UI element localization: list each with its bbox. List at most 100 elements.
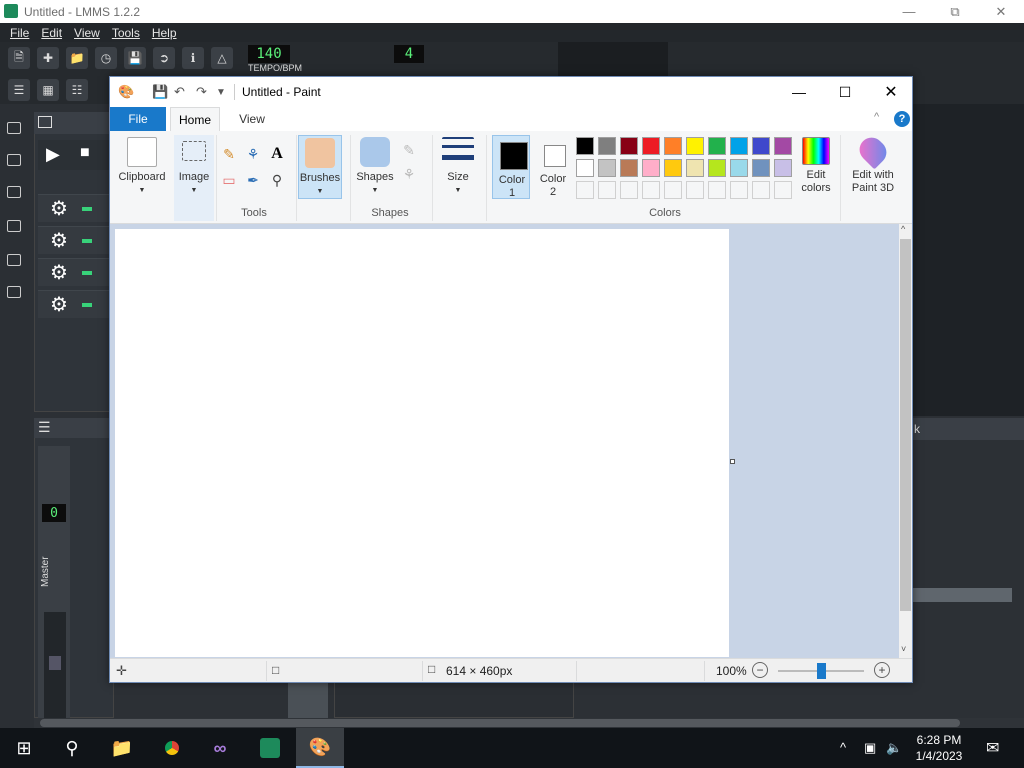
redo-icon[interactable]: ↷: [196, 84, 207, 100]
zoom-slider-thumb[interactable]: [817, 663, 826, 679]
canvas-resize-handle[interactable]: [730, 459, 735, 464]
gear-icon[interactable]: ⚙: [50, 196, 68, 221]
zoom-out-icon[interactable]: −: [752, 662, 768, 678]
tempo-display[interactable]: 140: [248, 45, 290, 63]
mute-led[interactable]: [81, 302, 92, 307]
taskbar-file-explorer[interactable]: 📁: [98, 728, 146, 768]
export-icon[interactable]: ➲: [153, 47, 175, 69]
menu-help[interactable]: Help: [152, 26, 177, 40]
menu-edit[interactable]: Edit: [41, 26, 62, 40]
palette-swatch[interactable]: [752, 137, 770, 155]
edit-colors-button[interactable]: Edit colors: [796, 137, 836, 195]
palette-swatch[interactable]: [730, 137, 748, 155]
sidebar-samples-icon[interactable]: [7, 186, 21, 198]
lmms-minimize-button[interactable]: —: [886, 0, 932, 23]
palette-swatch[interactable]: [598, 137, 616, 155]
vertical-scroll-thumb[interactable]: [900, 239, 911, 611]
recent-projects-icon[interactable]: ◷: [95, 47, 117, 69]
taskbar-visual-studio[interactable]: ∞: [196, 728, 244, 768]
custom-color-slot[interactable]: [774, 181, 792, 199]
palette-swatch[interactable]: [642, 137, 660, 155]
new-from-template-icon[interactable]: ✚: [37, 47, 59, 69]
magnifier-icon[interactable]: ⚲: [268, 171, 286, 189]
size-button[interactable]: Size ▼: [438, 137, 478, 197]
scroll-up-icon[interactable]: ^: [901, 224, 905, 234]
metronome-icon[interactable]: △: [211, 47, 233, 69]
track-row[interactable]: ⚙: [38, 226, 114, 254]
palette-swatch[interactable]: [730, 159, 748, 177]
palette-swatch[interactable]: [686, 159, 704, 177]
palette-swatch[interactable]: [664, 137, 682, 155]
paint-minimize-button[interactable]: —: [776, 77, 822, 107]
sidebar-projects-icon[interactable]: [7, 154, 21, 166]
palette-swatch[interactable]: [774, 159, 792, 177]
custom-color-slot[interactable]: [620, 181, 638, 199]
paint-maximize-button[interactable]: ☐: [822, 77, 868, 107]
piano-roll-icon[interactable]: ☷: [66, 79, 88, 101]
tab-view[interactable]: View: [230, 107, 274, 131]
info-icon[interactable]: ℹ: [182, 47, 204, 69]
palette-swatch[interactable]: [620, 159, 638, 177]
palette-swatch[interactable]: [774, 137, 792, 155]
gear-icon[interactable]: ⚙: [50, 260, 68, 285]
sidebar-instruments-icon[interactable]: [7, 122, 21, 134]
save-icon[interactable]: 💾: [152, 84, 168, 100]
color2-button[interactable]: Color 2: [534, 135, 572, 199]
palette-swatch[interactable]: [642, 159, 660, 177]
taskbar-chrome[interactable]: [148, 728, 196, 768]
image-button[interactable]: Image ▼: [174, 135, 214, 221]
custom-color-slot[interactable]: [576, 181, 594, 199]
new-project-icon[interactable]: 🗎: [8, 47, 30, 69]
paint-close-button[interactable]: ✕: [868, 77, 914, 107]
taskbar-lmms[interactable]: [246, 728, 294, 768]
palette-swatch[interactable]: [708, 137, 726, 155]
brushes-button[interactable]: Brushes ▼: [298, 135, 342, 199]
song-editor-icon[interactable]: ☰: [8, 79, 30, 101]
beat-editor-icon[interactable]: ▦: [37, 79, 59, 101]
lmms-scroll-thumb[interactable]: [40, 719, 960, 727]
custom-color-slot[interactable]: [642, 181, 660, 199]
save-project-icon[interactable]: 💾: [124, 47, 146, 69]
search-button[interactable]: ⚲: [48, 728, 96, 768]
custom-color-slot[interactable]: [730, 181, 748, 199]
custom-color-slot[interactable]: [664, 181, 682, 199]
help-icon[interactable]: ?: [894, 111, 910, 127]
undo-icon[interactable]: ↶: [174, 84, 185, 100]
master-fader-track[interactable]: [44, 612, 66, 718]
fill-icon[interactable]: ⚘: [244, 145, 262, 163]
palette-swatch[interactable]: [708, 159, 726, 177]
custom-color-slot[interactable]: [598, 181, 616, 199]
palette-swatch[interactable]: [752, 159, 770, 177]
collapse-ribbon-icon[interactable]: ^: [874, 111, 879, 123]
tab-file[interactable]: File: [110, 107, 166, 131]
shapes-button[interactable]: Shapes ▼: [354, 137, 396, 197]
stop-icon[interactable]: ■: [80, 144, 90, 162]
custom-color-slot[interactable]: [752, 181, 770, 199]
zoom-in-icon[interactable]: +: [874, 662, 890, 678]
mute-led[interactable]: [81, 206, 92, 211]
customize-qat-icon[interactable]: ▼: [216, 87, 226, 98]
clipboard-button[interactable]: Clipboard ▼: [116, 137, 168, 197]
mute-led[interactable]: [81, 270, 92, 275]
tab-home[interactable]: Home: [170, 107, 220, 131]
color-picker-icon[interactable]: ✒: [244, 171, 262, 189]
scroll-down-icon[interactable]: ˅: [901, 644, 906, 654]
eraser-icon[interactable]: ▭: [220, 171, 238, 189]
sidebar-presets-icon[interactable]: [7, 220, 21, 232]
pencil-icon[interactable]: ✎: [220, 145, 238, 163]
drawing-canvas[interactable]: [115, 229, 729, 657]
track-row[interactable]: ⚙: [38, 194, 114, 222]
open-project-icon[interactable]: 📁: [66, 47, 88, 69]
menu-file[interactable]: File: [10, 26, 29, 40]
time-signature-display[interactable]: 4: [394, 45, 424, 63]
taskbar-paint[interactable]: 🎨: [296, 728, 344, 768]
clock[interactable]: 6:28 PM 1/4/2023: [900, 732, 978, 764]
text-icon[interactable]: A: [268, 145, 286, 163]
palette-swatch[interactable]: [620, 137, 638, 155]
network-icon[interactable]: ▣: [864, 740, 876, 756]
mute-led[interactable]: [81, 238, 92, 243]
start-button[interactable]: ⊞: [0, 728, 48, 768]
lmms-restore-button[interactable]: ⧉: [932, 0, 978, 23]
master-fader-handle[interactable]: [49, 656, 61, 670]
lmms-close-button[interactable]: ✕: [978, 0, 1024, 23]
